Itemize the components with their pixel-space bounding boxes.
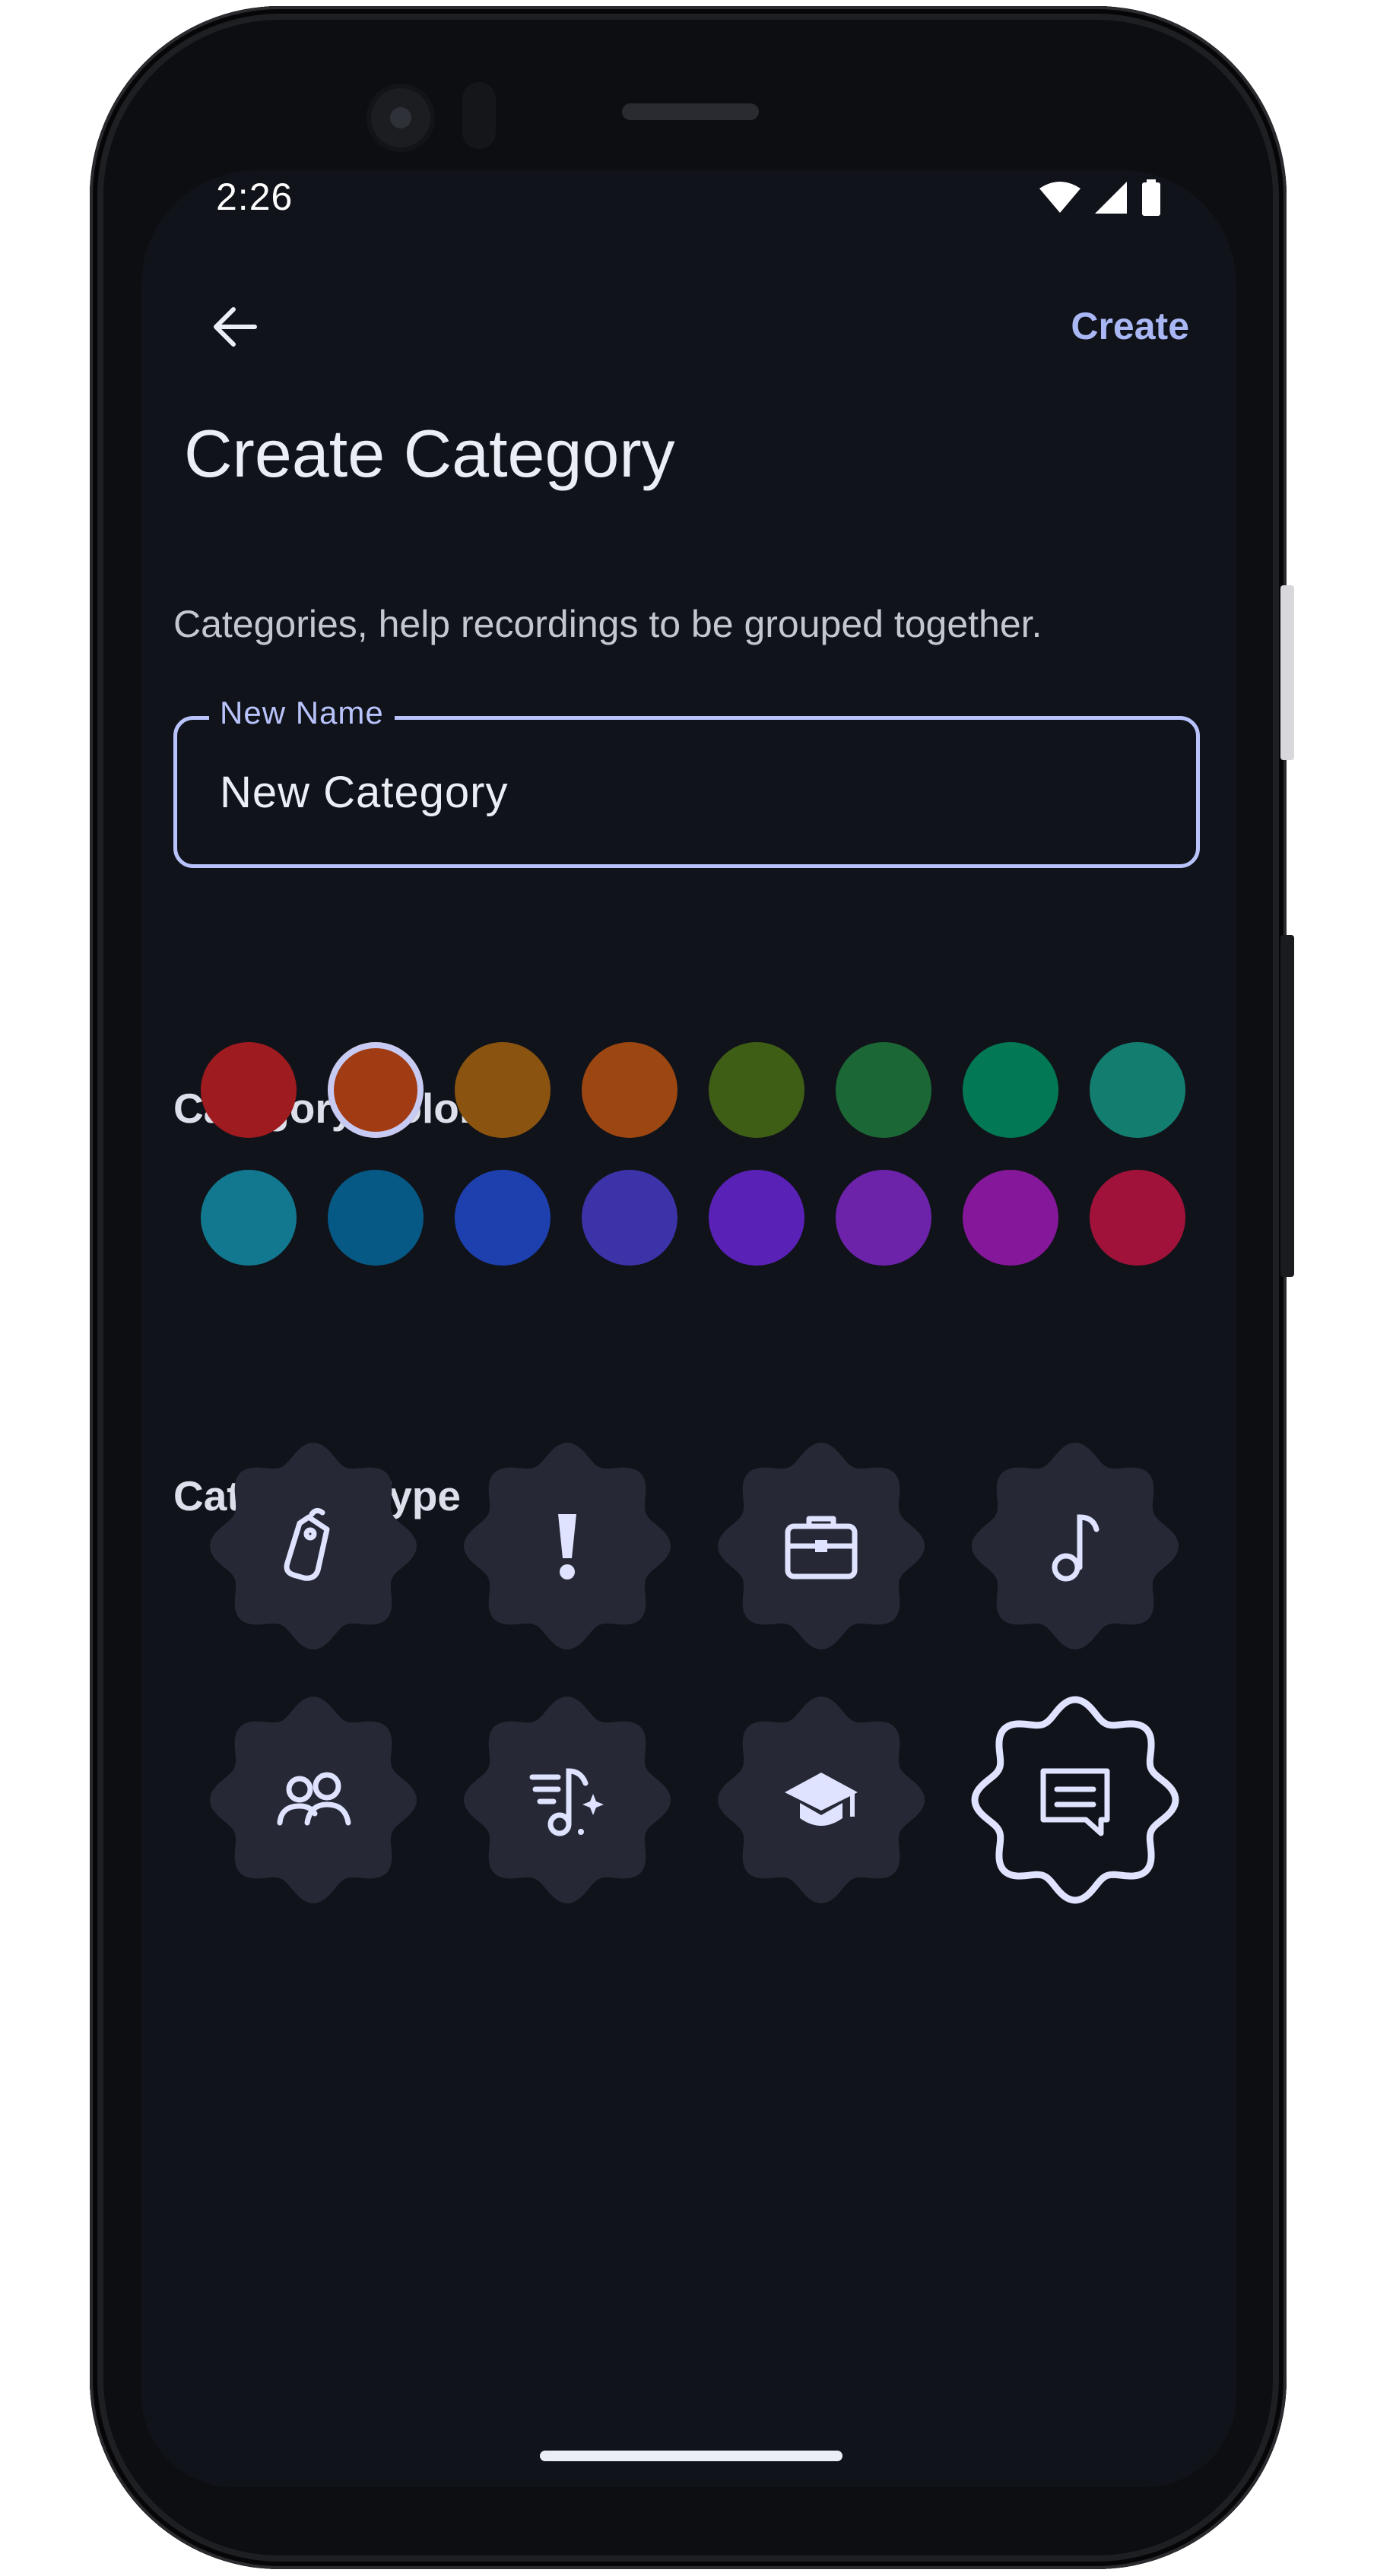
color-swatch[interactable] <box>1090 1042 1185 1138</box>
status-time: 2:26 <box>216 176 294 218</box>
color-swatch[interactable] <box>582 1042 677 1138</box>
category-type-option[interactable] <box>207 1440 420 1652</box>
category-type-grid <box>207 1440 1182 1906</box>
message-icon <box>1040 1768 1110 1836</box>
battery-icon <box>1142 179 1160 216</box>
color-swatch[interactable] <box>201 1170 297 1266</box>
front-camera <box>366 84 435 152</box>
color-swatch[interactable] <box>836 1170 931 1266</box>
category-type-option[interactable] <box>461 1694 674 1906</box>
category-type-option[interactable] <box>715 1440 928 1652</box>
category-type-option[interactable] <box>715 1694 928 1906</box>
name-field-label: New Name <box>209 695 395 731</box>
page-title: Create Category <box>184 416 675 491</box>
proximity-sensor <box>462 82 496 149</box>
cellular-signal-icon <box>1095 182 1127 214</box>
color-swatch[interactable] <box>709 1170 804 1266</box>
color-swatch[interactable] <box>328 1170 424 1266</box>
volume-button <box>1280 935 1294 1277</box>
category-type-option[interactable] <box>461 1440 674 1652</box>
color-swatch[interactable] <box>963 1042 1058 1138</box>
group-icon <box>277 1772 351 1826</box>
color-swatch[interactable] <box>582 1170 677 1266</box>
page-description: Categories, help recordings to be groupe… <box>173 603 1042 645</box>
color-swatch-grid <box>201 1042 1189 1266</box>
earpiece-speaker <box>622 103 759 120</box>
color-swatch[interactable] <box>963 1170 1058 1266</box>
status-icons <box>1039 179 1162 216</box>
back-button[interactable] <box>190 283 278 371</box>
color-swatch[interactable] <box>201 1042 297 1138</box>
wifi-icon <box>1039 182 1080 213</box>
color-swatch[interactable] <box>328 1042 424 1138</box>
briefcase-icon <box>785 1516 858 1580</box>
arrow-back-icon <box>214 307 257 347</box>
color-swatch[interactable] <box>455 1170 551 1266</box>
priority-exclamation-icon <box>558 1514 576 1580</box>
music-sparkle-icon <box>529 1768 604 1836</box>
color-swatch[interactable] <box>709 1042 804 1138</box>
color-swatch[interactable] <box>836 1042 931 1138</box>
graduation-cap-icon <box>785 1773 858 1826</box>
category-type-option[interactable] <box>207 1694 420 1906</box>
music-note-icon <box>1052 1514 1099 1582</box>
app-screen: 2:26 Create Create Category Categories, … <box>141 170 1236 2487</box>
category-type-option[interactable] <box>969 1440 1182 1652</box>
tag-icon <box>284 1507 330 1581</box>
power-button <box>1280 585 1294 760</box>
category-type-option[interactable] <box>969 1694 1182 1906</box>
home-indicator[interactable] <box>540 2451 842 2461</box>
name-input[interactable] <box>220 758 1132 826</box>
color-swatch[interactable] <box>1090 1170 1185 1266</box>
color-swatch[interactable] <box>455 1042 551 1138</box>
name-field[interactable]: New Name <box>173 695 1200 868</box>
create-button[interactable]: Create <box>1061 292 1198 360</box>
